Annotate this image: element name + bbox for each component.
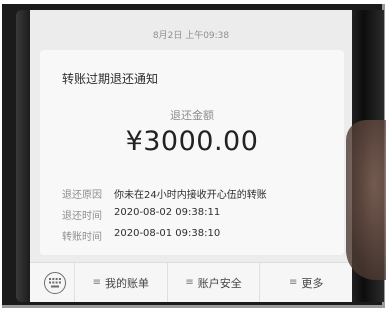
- menu-label: 更多: [301, 276, 324, 290]
- finger: [346, 120, 386, 280]
- keyboard-icon[interactable]: [44, 271, 66, 294]
- row-key: 转账时间: [62, 232, 102, 243]
- menu-lines-icon: ≡: [288, 277, 298, 288]
- row-value: 2020-08-01 09:38:10: [114, 228, 221, 239]
- message-timestamp: 8月2日 上午09:38: [152, 31, 230, 41]
- row-key: 退还原因: [62, 190, 102, 201]
- bottom-menu-bar: ≡ 我的账单 ≡ 账户安全 ≡ 更多: [30, 262, 352, 302]
- menu-more[interactable]: ≡ 更多: [259, 263, 352, 302]
- row-value: 你未在24小时内接收开心伍的转账: [114, 190, 267, 201]
- refund-notice-card[interactable]: 转账过期退还通知 退还金额 ¥3000.00 退还原因 你未在24小时内接收开心…: [40, 50, 344, 255]
- row-key: 退还时间: [62, 211, 102, 222]
- chat-screen: 8月2日 上午09:38 转账过期退还通知 退还金额 ¥3000.00 退还原因…: [30, 10, 352, 302]
- menu-account-security[interactable]: ≡ 账户安全: [166, 263, 260, 302]
- menu-label: 我的账单: [105, 276, 150, 290]
- menu-label: 账户安全: [197, 276, 242, 290]
- refund-reason-row: 退还原因 你未在24小时内接收开心伍的转账: [62, 186, 267, 201]
- menu-lines-icon: ≡: [92, 277, 102, 288]
- notice-title: 转账过期退还通知: [62, 72, 159, 86]
- row-value: 2020-08-02 09:38:11: [114, 207, 221, 218]
- refund-amount: ¥3000.00: [125, 126, 259, 157]
- menu-lines-icon: ≡: [185, 277, 194, 288]
- phone-bezel-left: [16, 10, 30, 302]
- refund-amount-label: 退还金额: [170, 109, 214, 122]
- transfer-time-row: 转账时间 2020-08-01 09:38:10: [62, 228, 220, 243]
- refund-time-row: 退还时间 2020-08-02 09:38:11: [62, 207, 220, 222]
- menu-my-bills[interactable]: ≡ 我的账单: [74, 263, 167, 302]
